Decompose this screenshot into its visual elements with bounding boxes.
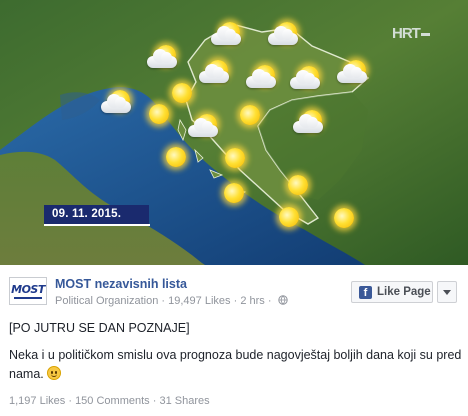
likes-count[interactable]: 1,197 Likes (9, 395, 65, 407)
sun-cloud-weather-icon (196, 60, 234, 86)
page-logo-text: MOST (11, 282, 45, 296)
page-category: Political Organization (55, 295, 159, 307)
page-name-link[interactable]: MOST nezavisnih lista (55, 277, 187, 291)
shares-count[interactable]: 31 Shares (159, 395, 209, 407)
post-stats: 1,197 Likes · 150 Comments · 31 Shares (9, 395, 210, 407)
sun-cloud-weather-icon (208, 22, 246, 48)
sun-cloud-weather-icon (287, 66, 325, 92)
globe-icon (277, 295, 288, 305)
sun-cloud-weather-icon (185, 114, 223, 140)
page-avatar[interactable]: MOST (9, 277, 47, 305)
sun-weather-icon (231, 102, 269, 128)
smile-emoji-icon (46, 366, 61, 380)
sun-cloud-weather-icon (144, 45, 182, 71)
like-page-label: Like Page (377, 286, 431, 298)
chevron-down-icon (443, 289, 451, 295)
more-options-button[interactable] (437, 281, 457, 303)
post-body: Neka i u političkom smislu ova prognoza … (9, 346, 464, 384)
sun-weather-icon (215, 180, 253, 206)
channel-logo: HRT (392, 25, 430, 42)
sun-weather-icon (216, 145, 254, 171)
sun-weather-icon (157, 144, 195, 170)
facebook-icon: f (359, 285, 372, 299)
facebook-post: HRT 09. 11. 2015. MOST MOST nezavisnih l… (0, 0, 468, 416)
date-underline (44, 224, 150, 226)
sun-cloud-weather-icon (290, 110, 328, 136)
post-title: [PO JUTRU SE DAN POZNAJE] (9, 321, 190, 335)
sun-weather-icon (325, 205, 363, 231)
page-likes-count[interactable]: 19,497 Likes (168, 295, 230, 307)
sun-weather-icon (279, 172, 317, 198)
sun-cloud-weather-icon (98, 90, 136, 116)
sun-weather-icon (140, 101, 178, 127)
date-caption: 09. 11. 2015. (44, 205, 149, 224)
post-timestamp[interactable]: 2 hrs (240, 295, 264, 307)
like-page-button[interactable]: f Like Page (351, 281, 433, 303)
post-body-text: Neka i u političkom smislu ova prognoza … (9, 348, 462, 381)
weather-map-video[interactable]: HRT 09. 11. 2015. (0, 0, 468, 265)
sun-weather-icon (270, 204, 308, 230)
sun-cloud-weather-icon (265, 22, 303, 48)
comments-count[interactable]: 150 Comments (75, 395, 150, 407)
sun-cloud-weather-icon (334, 60, 372, 86)
page-meta: Political Organization · 19,497 Likes · … (55, 295, 288, 307)
sun-cloud-weather-icon (243, 65, 281, 91)
